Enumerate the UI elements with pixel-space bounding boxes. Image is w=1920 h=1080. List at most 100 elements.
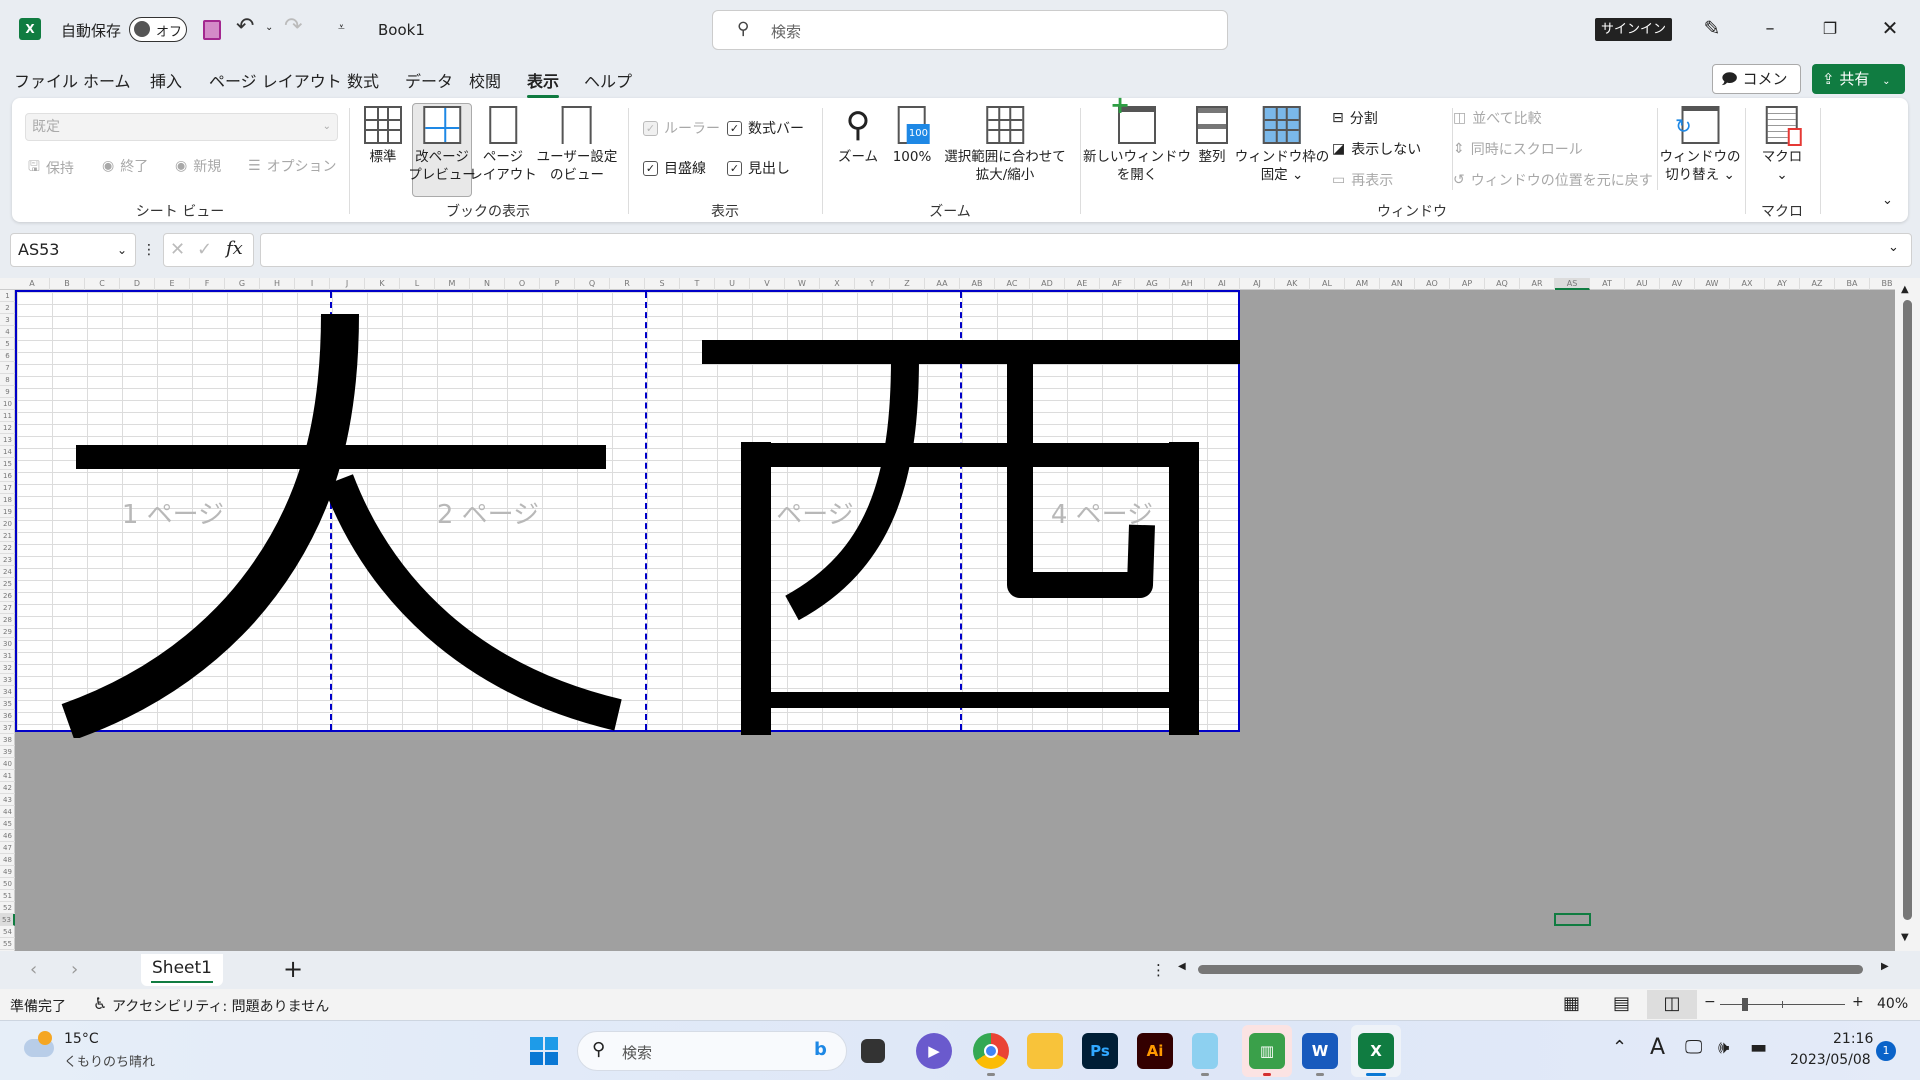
sheet-tab-sheet1[interactable]: Sheet1 bbox=[141, 954, 223, 986]
row-header[interactable]: 43 bbox=[0, 794, 15, 806]
autosave-toggle[interactable]: オフ bbox=[129, 17, 187, 42]
clock-time[interactable]: 21:16 bbox=[1833, 1031, 1873, 1047]
gridlines-checkbox[interactable]: ✓ 目盛線 bbox=[643, 158, 706, 178]
column-header[interactable]: BB bbox=[1870, 278, 1895, 290]
formula-bar-checkbox[interactable]: ✓ 数式バー bbox=[727, 118, 804, 138]
macros-button[interactable]: マクロ ⌄ bbox=[1762, 106, 1802, 184]
column-header[interactable]: BA bbox=[1835, 278, 1870, 290]
normal-view-button[interactable]: 標準 bbox=[364, 106, 402, 166]
row-header[interactable]: 51 bbox=[0, 890, 15, 902]
horizontal-scrollbar[interactable]: ◀ ▶ bbox=[1178, 961, 1898, 977]
scroll-right-icon[interactable]: ▶ bbox=[1881, 961, 1889, 972]
tab-insert[interactable]: 挿入 bbox=[150, 68, 182, 92]
search-box[interactable]: ⚲ 検索 bbox=[712, 10, 1228, 50]
clock-date[interactable]: 2023/05/08 bbox=[1790, 1052, 1871, 1068]
column-header[interactable]: AV bbox=[1660, 278, 1695, 290]
file-explorer-icon[interactable] bbox=[1027, 1033, 1063, 1069]
name-box[interactable]: AS53 ⌄ bbox=[10, 233, 136, 267]
collapse-ribbon-icon[interactable]: ⌄ bbox=[1882, 193, 1893, 208]
ime-icon[interactable]: A bbox=[1650, 1035, 1665, 1060]
volume-icon[interactable]: 🕪 bbox=[1718, 1037, 1729, 1058]
chrome-icon[interactable] bbox=[973, 1033, 1009, 1069]
network-icon[interactable]: 🖵 bbox=[1685, 1037, 1702, 1058]
column-header[interactable]: AS bbox=[1555, 278, 1590, 290]
customize-qat-icon[interactable]: ⩡ bbox=[338, 20, 345, 35]
scroll-thumb[interactable] bbox=[1903, 300, 1912, 920]
signin-button[interactable]: サインイン bbox=[1595, 18, 1672, 41]
spreadsheet-app-icon[interactable]: ▥ bbox=[1249, 1033, 1285, 1069]
next-sheet-icon[interactable]: › bbox=[71, 959, 78, 980]
minimize-icon[interactable]: – bbox=[1758, 16, 1782, 40]
column-header[interactable]: AZ bbox=[1800, 278, 1835, 290]
weather-icon[interactable] bbox=[24, 1031, 54, 1057]
row-header[interactable]: 48 bbox=[0, 854, 15, 866]
column-header[interactable]: AU bbox=[1625, 278, 1660, 290]
page-layout-button[interactable]: ページ レイアウト bbox=[469, 106, 537, 184]
freeze-panes-button[interactable]: ウィンドウ枠の 固定 ⌄ bbox=[1235, 106, 1329, 184]
more-options-icon[interactable]: ⋮ bbox=[142, 240, 156, 260]
row-header[interactable]: 39 bbox=[0, 746, 15, 758]
column-header[interactable]: AM bbox=[1345, 278, 1380, 290]
tab-file[interactable]: ファイル bbox=[14, 68, 78, 92]
illustrator-icon[interactable]: Ai bbox=[1137, 1033, 1173, 1069]
zoom-in-button[interactable]: + bbox=[1852, 994, 1864, 1010]
start-button[interactable] bbox=[530, 1037, 558, 1065]
chevron-down-icon[interactable]: ⌄ bbox=[117, 234, 127, 266]
split-button[interactable]: ⊟ 分割 bbox=[1332, 108, 1378, 128]
undo-icon[interactable]: ↶ bbox=[236, 14, 254, 39]
zoom-percent[interactable]: 40% bbox=[1877, 996, 1908, 1012]
excel-icon[interactable]: X bbox=[1358, 1033, 1394, 1069]
new-window-button[interactable]: + 新しいウィンドウ を開く bbox=[1083, 93, 1191, 184]
zoom-slider-thumb[interactable] bbox=[1742, 998, 1748, 1011]
notification-badge[interactable]: 1 bbox=[1876, 1041, 1896, 1061]
share-dropdown-icon[interactable]: ⌄ bbox=[1882, 76, 1890, 87]
tab-review[interactable]: 校閲 bbox=[469, 68, 501, 92]
vertical-scrollbar[interactable]: ▲ ▼ bbox=[1895, 278, 1920, 951]
column-header[interactable]: AO bbox=[1415, 278, 1450, 290]
column-header[interactable]: AK bbox=[1275, 278, 1310, 290]
page-break-view-button[interactable]: ◫ bbox=[1647, 990, 1697, 1019]
h-scroll-thumb[interactable] bbox=[1198, 965, 1863, 974]
column-header[interactable]: AN bbox=[1380, 278, 1415, 290]
worksheet-grid[interactable]: A B C D E F G H I J K L M N O P Q R S T U V W X Y Z AA AB AC AD AE AF AG… bbox=[0, 278, 1895, 951]
custom-views-button[interactable]: ユーザー設定 のビュー bbox=[537, 106, 617, 184]
page-break-preview-button[interactable]: 改ページ プレビュー bbox=[408, 106, 476, 184]
row-header[interactable]: 54 bbox=[0, 926, 15, 938]
column-header[interactable]: AX bbox=[1730, 278, 1765, 290]
row-header[interactable]: 46 bbox=[0, 830, 15, 842]
weather-temp[interactable]: 15°C bbox=[64, 1031, 99, 1047]
bing-icon[interactable]: b bbox=[814, 1039, 827, 1060]
scroll-left-icon[interactable]: ◀ bbox=[1178, 961, 1186, 972]
zoom-100-button[interactable]: 100 100% bbox=[893, 106, 931, 166]
hide-button[interactable]: ◪ 表示しない bbox=[1332, 139, 1421, 159]
column-header[interactable]: AQ bbox=[1485, 278, 1520, 290]
tab-page-layout[interactable]: ページ レイアウト bbox=[209, 68, 342, 92]
insert-function-button[interactable]: fx bbox=[226, 238, 243, 259]
row-header[interactable]: 40 bbox=[0, 758, 15, 770]
column-header[interactable]: AL bbox=[1310, 278, 1345, 290]
undo-dropdown-icon[interactable]: ⌄ bbox=[265, 22, 273, 33]
zoom-out-button[interactable]: − bbox=[1704, 994, 1716, 1010]
prev-sheet-icon[interactable]: ‹ bbox=[30, 959, 37, 980]
row-header[interactable]: 44 bbox=[0, 806, 15, 818]
tab-home[interactable]: ホーム bbox=[83, 68, 131, 92]
row-header[interactable]: 55 bbox=[0, 938, 15, 950]
row-header[interactable]: 41 bbox=[0, 770, 15, 782]
zoom-button[interactable]: ⚲ ズーム bbox=[838, 106, 878, 166]
accessibility-status[interactable]: アクセシビリティ: 問題ありません bbox=[112, 996, 329, 1016]
column-header[interactable]: AR bbox=[1520, 278, 1555, 290]
comment-button[interactable]: 🗩 コメント bbox=[1712, 64, 1801, 116]
scroll-down-icon[interactable]: ▼ bbox=[1901, 932, 1909, 943]
tab-data[interactable]: データ bbox=[405, 68, 453, 92]
add-sheet-button[interactable]: + bbox=[283, 955, 303, 983]
tab-view[interactable]: 表示 bbox=[527, 68, 560, 98]
show-hidden-icons[interactable]: ⌃ bbox=[1612, 1037, 1627, 1058]
column-header[interactable]: AW bbox=[1695, 278, 1730, 290]
accessibility-icon[interactable]: ♿ bbox=[93, 994, 107, 1013]
normal-view-icon[interactable]: ▦ bbox=[1563, 993, 1580, 1014]
column-header[interactable]: AT bbox=[1590, 278, 1625, 290]
row-header[interactable]: 52 bbox=[0, 902, 15, 914]
tab-help[interactable]: ヘルプ bbox=[584, 68, 632, 92]
column-header[interactable]: AY bbox=[1765, 278, 1800, 290]
row-header[interactable]: 42 bbox=[0, 782, 15, 794]
